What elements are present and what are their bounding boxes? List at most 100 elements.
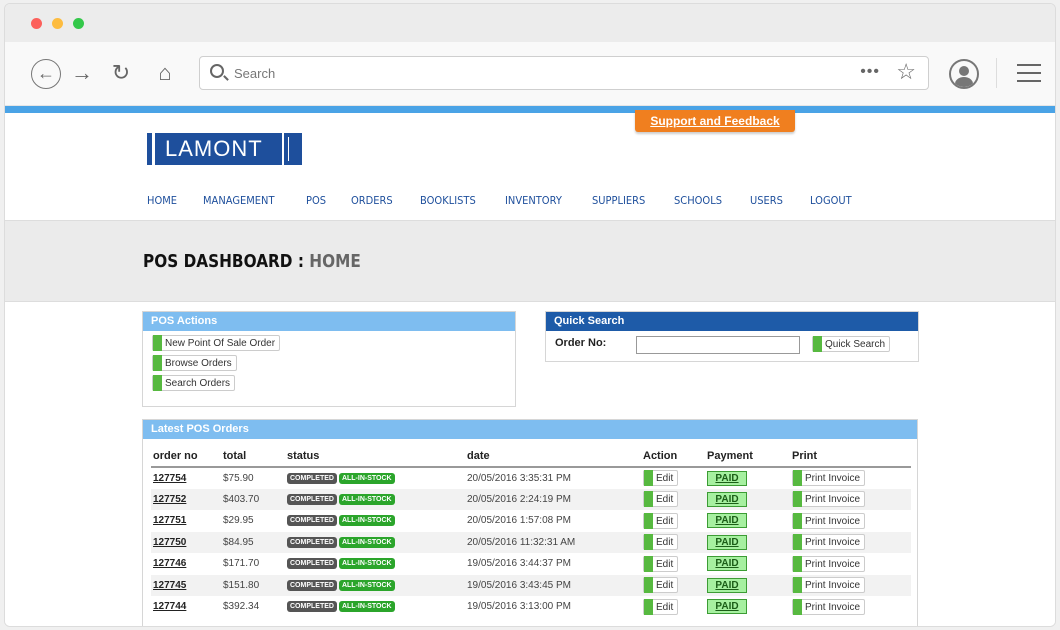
edit-button[interactable]: Edit (643, 491, 679, 508)
paid-badge[interactable]: PAID (707, 599, 747, 615)
back-arrow-icon[interactable]: ← (31, 59, 61, 89)
forward-arrow-icon[interactable]: → (71, 59, 93, 87)
new-pos-order-button[interactable]: New Point Of Sale Order (152, 335, 281, 351)
order-no-link[interactable]: 127746 (151, 553, 221, 575)
print-invoice-button[interactable]: Print Invoice (792, 577, 866, 594)
nav-booklists[interactable]: BOOKLISTS (420, 194, 476, 207)
quick-search-panel: Quick Search Order No: Quick Search (545, 311, 919, 362)
button-label: Edit (656, 494, 674, 506)
dashboard-header: POS DASHBOARD : HOME (5, 220, 1055, 302)
order-status: COMPLETED ALL-IN-STOCK (285, 574, 465, 596)
button-label: New Point Of Sale Order (165, 338, 276, 349)
order-no-link[interactable]: 127751 (151, 510, 221, 532)
table-row: 127754 $75.90 COMPLETED ALL-IN-STOCK 20/05/2… (151, 467, 911, 489)
order-no-link[interactable]: 127754 (151, 467, 221, 489)
paid-badge[interactable]: PAID (707, 470, 747, 486)
minimize-window-button[interactable] (52, 18, 63, 29)
nav-logout[interactable]: LOGOUT (810, 194, 852, 207)
in-stock-badge: ALL-IN-STOCK (338, 579, 395, 591)
order-action: Edit (641, 531, 705, 553)
reload-icon[interactable]: ↻ (109, 59, 133, 87)
home-icon[interactable]: ⌂ (153, 59, 177, 87)
edit-button[interactable]: Edit (643, 577, 679, 594)
print-invoice-button[interactable]: Print Invoice (792, 598, 866, 615)
order-total: $151.80 (221, 574, 285, 596)
nav-suppliers[interactable]: SUPPLIERS (592, 194, 645, 207)
button-label: Quick Search (825, 339, 886, 350)
order-no-label: Order No: (555, 337, 607, 349)
edit-button[interactable]: Edit (643, 598, 679, 615)
order-payment: PAID (705, 467, 790, 489)
account-icon[interactable] (949, 59, 979, 89)
nav-management[interactable]: MANAGEMENT (203, 194, 275, 207)
support-feedback-link[interactable]: Support and Feedback (635, 110, 795, 132)
completed-badge: COMPLETED (287, 558, 337, 570)
address-input[interactable] (234, 63, 834, 83)
order-date: 19/05/2016 3:44:37 PM (467, 558, 571, 570)
browser-window: ← → ↻ ⌂ ••• ☆ Support and Feedback LAMON… (4, 3, 1056, 627)
paid-badge[interactable]: PAID (707, 577, 747, 593)
order-action: Edit (641, 596, 705, 618)
order-no-link[interactable]: 127752 (151, 488, 221, 510)
paid-badge[interactable]: PAID (707, 534, 747, 550)
table-row: 127746 $171.70 COMPLETED ALL-IN-STOCK 19/05/… (151, 553, 911, 575)
nav-orders[interactable]: ORDERS (351, 194, 393, 207)
print-invoice-button[interactable]: Print Invoice (792, 512, 866, 529)
web-page: Support and Feedback LAMONT HOME MANAGEM… (5, 106, 1055, 626)
order-total: $392.34 (223, 601, 260, 613)
nav-pos[interactable]: POS (306, 194, 326, 207)
print-invoice-button[interactable]: Print Invoice (792, 534, 866, 551)
paid-badge[interactable]: PAID (707, 513, 747, 529)
button-label: Search Orders (165, 378, 231, 389)
top-accent-bar (5, 106, 1055, 113)
hamburger-menu-icon[interactable] (1017, 64, 1041, 88)
edit-button[interactable]: Edit (643, 534, 679, 551)
order-total: $75.90 (223, 472, 254, 484)
quick-search-button[interactable]: Quick Search (812, 336, 891, 352)
browse-orders-button[interactable]: Browse Orders (152, 355, 237, 371)
order-action: Edit (641, 574, 705, 596)
print-invoice-button[interactable]: Print Invoice (792, 491, 866, 508)
close-window-button[interactable] (31, 18, 42, 29)
lamont-logo[interactable]: LAMONT (147, 133, 302, 165)
print-invoice-button[interactable]: Print Invoice (792, 555, 866, 572)
order-total: $84.95 (221, 531, 285, 553)
order-total: $403.70 (221, 488, 285, 510)
bookmark-star-icon[interactable]: ☆ (896, 59, 916, 85)
button-label: Edit (656, 473, 674, 485)
nav-inventory[interactable]: INVENTORY (505, 194, 562, 207)
print-invoice-button[interactable]: Print Invoice (792, 470, 866, 487)
col-date: date (465, 446, 641, 468)
nav-home[interactable]: HOME (147, 194, 177, 207)
page-actions-icon[interactable]: ••• (860, 63, 880, 81)
order-no-link[interactable]: 127745 (151, 574, 221, 596)
order-status: COMPLETED ALL-IN-STOCK (285, 467, 465, 489)
order-no-input[interactable] (636, 336, 800, 354)
address-bar[interactable]: ••• ☆ (199, 56, 929, 90)
button-label: Edit (656, 601, 674, 613)
paid-badge[interactable]: PAID (707, 491, 747, 507)
search-orders-button[interactable]: Search Orders (152, 375, 236, 391)
order-print: Print Invoice (790, 488, 911, 510)
edit-button[interactable]: Edit (643, 555, 679, 572)
order-print: Print Invoice (790, 531, 911, 553)
completed-badge: COMPLETED (287, 536, 337, 548)
latest-orders-panel: Latest POS Orders order no total status … (142, 419, 918, 626)
order-action: Edit (641, 510, 705, 532)
title-sub: HOME (309, 251, 361, 272)
logo-books-tag (288, 137, 294, 161)
order-action: Edit (641, 488, 705, 510)
order-print: Print Invoice (790, 467, 911, 489)
edit-button[interactable]: Edit (643, 512, 679, 529)
edit-button[interactable]: Edit (643, 470, 679, 487)
button-label: Print Invoice (805, 580, 861, 592)
nav-schools[interactable]: SCHOOLS (674, 194, 722, 207)
nav-users[interactable]: USERS (750, 194, 783, 207)
page-title: POS DASHBOARD : HOME (143, 251, 361, 272)
order-print: Print Invoice (790, 553, 911, 575)
pos-actions-panel: POS Actions New Point Of Sale Order Brow… (142, 311, 516, 407)
order-no-link[interactable]: 127744 (151, 596, 221, 618)
order-no-link[interactable]: 127750 (151, 531, 221, 553)
paid-badge[interactable]: PAID (707, 556, 747, 572)
maximize-window-button[interactable] (73, 18, 84, 29)
